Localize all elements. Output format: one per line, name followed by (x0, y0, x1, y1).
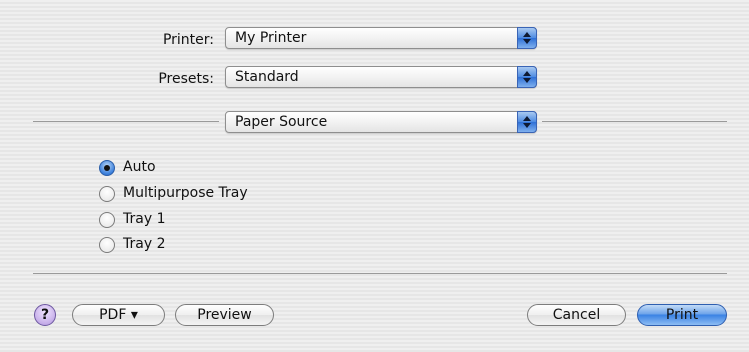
chevron-up-down-icon (517, 27, 537, 49)
pdf-button[interactable]: PDF ▾ (72, 304, 165, 326)
radio-unselected-icon[interactable] (99, 186, 115, 202)
printer-value: My Printer (235, 30, 307, 46)
radio-label-multipurpose-tray: Multipurpose Tray (123, 185, 248, 201)
radio-label-auto: Auto (123, 159, 156, 175)
presets-popup[interactable]: Standard (225, 66, 537, 88)
presets-value: Standard (235, 69, 299, 85)
printer-label: Printer: (162, 32, 214, 48)
radio-selected-icon[interactable] (99, 160, 115, 176)
printer-popup[interactable]: My Printer (225, 27, 537, 49)
radio-label-tray-2: Tray 2 (123, 236, 166, 252)
chevron-up-down-icon (517, 66, 537, 88)
preview-button[interactable]: Preview (175, 304, 274, 326)
help-button[interactable]: ? (34, 304, 56, 326)
panel-popup[interactable]: Paper Source (225, 111, 537, 133)
radio-label-tray-1: Tray 1 (123, 211, 166, 227)
panel-value: Paper Source (235, 114, 328, 130)
radio-unselected-icon[interactable] (99, 237, 115, 253)
cancel-button[interactable]: Cancel (527, 304, 626, 326)
separator-right (542, 121, 727, 122)
print-button[interactable]: Print (637, 304, 727, 326)
chevron-up-down-icon (517, 111, 537, 133)
radio-unselected-icon[interactable] (99, 212, 115, 228)
presets-label: Presets: (158, 71, 214, 87)
bottom-separator (33, 273, 727, 274)
separator-left (33, 121, 219, 122)
